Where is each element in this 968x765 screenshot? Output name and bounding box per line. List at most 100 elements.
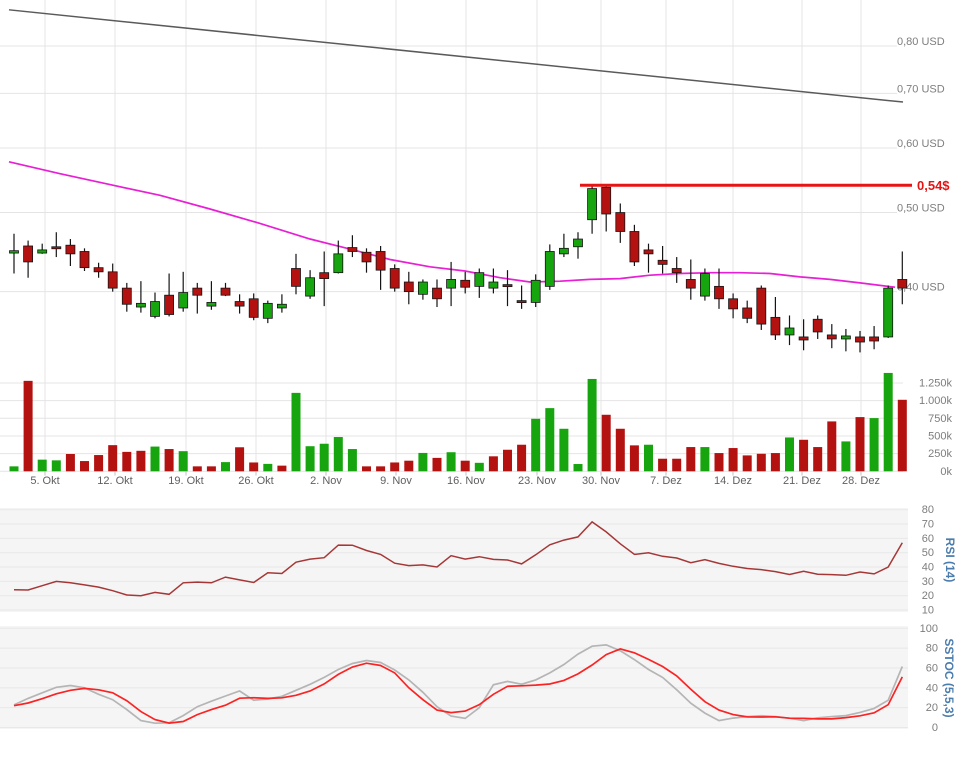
date-axis-label: 7. Dez <box>650 475 682 487</box>
rsi-axis-label: 70 <box>922 519 934 531</box>
candlesticks <box>10 185 907 352</box>
candle <box>348 235 357 257</box>
volume-bar <box>602 415 611 472</box>
volume-bar <box>221 462 230 471</box>
candle-body <box>320 273 329 279</box>
candle <box>292 254 301 294</box>
rsi-axis-label: 50 <box>922 547 934 559</box>
candle <box>277 294 286 312</box>
volume-bar <box>404 461 413 472</box>
candle <box>136 281 145 312</box>
candle <box>757 285 766 329</box>
volume-bar <box>785 437 794 471</box>
downtrend-line <box>9 10 903 102</box>
candle-body <box>277 304 286 308</box>
volume-bar <box>531 419 540 472</box>
candle-body <box>193 288 202 295</box>
volume-bar <box>729 448 738 471</box>
candle-body <box>122 288 131 304</box>
volume-bar <box>658 459 667 472</box>
volume-bar <box>559 429 568 472</box>
candle <box>404 272 413 304</box>
volume-bars <box>10 373 907 471</box>
candle-body <box>38 250 47 253</box>
volume-bar <box>898 400 907 472</box>
rsi-axis-label: 60 <box>922 533 934 545</box>
candle-body <box>672 268 681 272</box>
candle-body <box>602 187 611 214</box>
volume-bar <box>306 446 315 471</box>
date-axis-label: 12. Okt <box>97 475 132 487</box>
volume-bar <box>249 462 258 471</box>
rsi-axis-label: 80 <box>922 504 934 516</box>
candle-body <box>404 282 413 292</box>
volume-bar <box>686 447 695 471</box>
rsi-axis-label: 20 <box>922 590 934 602</box>
candle-body <box>475 273 484 287</box>
date-axis-label: 28. Dez <box>842 475 880 487</box>
rsi-axis-label: 10 <box>922 605 934 617</box>
candle-body <box>179 293 188 308</box>
candle-body <box>574 239 583 247</box>
candle <box>221 283 230 296</box>
candle <box>644 244 653 273</box>
volume-bar <box>517 445 526 472</box>
candle <box>80 248 89 271</box>
date-axis-label: 5. Okt <box>30 475 59 487</box>
candle-body <box>799 337 808 340</box>
candle <box>574 232 583 258</box>
candle-body <box>390 268 399 288</box>
volume-bar <box>235 447 244 471</box>
candle <box>856 331 865 352</box>
candle <box>207 281 216 310</box>
candle <box>122 283 131 312</box>
volume-bar <box>207 466 216 471</box>
volume-bar <box>574 464 583 471</box>
candle <box>559 234 568 257</box>
candle <box>602 186 611 232</box>
candle <box>418 279 427 299</box>
candle-body <box>292 268 301 286</box>
sstoc-axis-label: 40 <box>926 682 938 694</box>
chart-canvas[interactable]: 5. Okt12. Okt19. Okt26. Okt2. Nov9. Nov1… <box>0 0 968 765</box>
candle <box>94 263 103 278</box>
volume-axis-label: 1.000k <box>919 395 953 407</box>
candle <box>799 319 808 350</box>
volume-bar <box>856 417 865 471</box>
sstoc-panel-bg <box>0 626 908 729</box>
volume-bar <box>715 453 724 471</box>
volume-bar <box>348 449 357 471</box>
candle-body <box>898 279 907 288</box>
candle-body <box>447 279 456 288</box>
volume-bar <box>616 429 625 472</box>
date-grid: 5. Okt12. Okt19. Okt26. Okt2. Nov9. Nov1… <box>30 0 880 487</box>
date-axis-label: 2. Nov <box>310 475 342 487</box>
volume-bar <box>122 452 131 471</box>
date-axis-label: 21. Dez <box>783 475 821 487</box>
candle-body <box>686 279 695 288</box>
date-axis-label: 30. Nov <box>582 475 620 487</box>
volume-axis-label: 750k <box>928 413 952 425</box>
volume-bar <box>94 455 103 471</box>
volume-bar <box>827 421 836 471</box>
candle-body <box>66 245 75 254</box>
price-axis-label: 0,70 USD <box>897 83 945 95</box>
volume-bar <box>672 459 681 472</box>
candle-body <box>743 308 752 318</box>
candle-body <box>263 303 272 318</box>
candle <box>715 268 724 308</box>
volume-bar <box>390 462 399 471</box>
candle-body <box>517 301 526 303</box>
rsi-panel-title: RSI (14) <box>943 538 957 583</box>
candle-body <box>588 189 597 220</box>
sstoc-axis-label: 20 <box>926 702 938 714</box>
candle <box>588 185 597 233</box>
volume-bar <box>292 393 301 471</box>
candle-body <box>729 299 738 309</box>
candle-body <box>136 303 145 307</box>
candle-body <box>362 252 371 262</box>
candle <box>785 315 794 345</box>
volume-bar <box>813 447 822 471</box>
candle-body <box>207 302 216 306</box>
volume-bar <box>433 458 442 471</box>
